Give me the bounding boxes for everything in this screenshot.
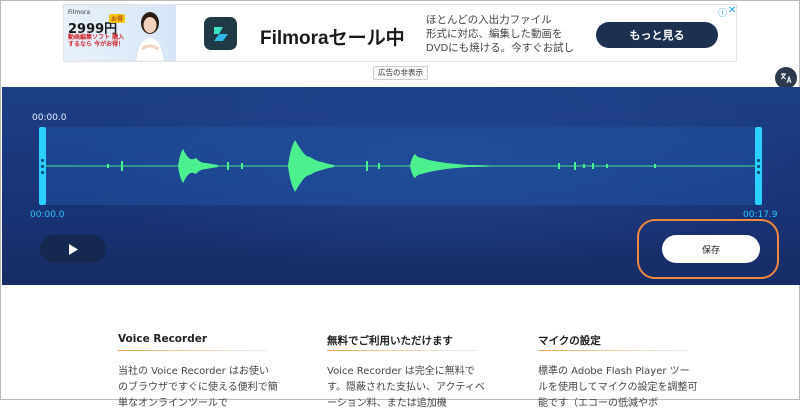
ad-title[interactable]: Filmoraセール中: [260, 23, 405, 50]
handle-grip-dot: [757, 159, 760, 162]
info-column-title: 無料でご利用いただけます: [327, 335, 453, 347]
info-column-text: 標準の Adobe Flash Player ツールを使用してマイクの設定を調整…: [538, 366, 698, 409]
trim-start-time: 00:00.0: [30, 210, 65, 220]
translate-icon[interactable]: [775, 67, 797, 89]
ad-close-icon[interactable]: ✕: [728, 5, 736, 16]
trim-end-handle[interactable]: [755, 127, 762, 205]
trim-start-handle[interactable]: [39, 127, 46, 205]
info-column-free: 無料でご利用いただけます Voice Recorder は完全に無料です。隠蔽さ…: [327, 333, 487, 412]
play-button[interactable]: [40, 235, 106, 263]
ad-hide-button[interactable]: 広告の非表示: [373, 66, 428, 80]
person-image: [135, 12, 165, 61]
handle-grip-dot: [41, 171, 44, 174]
recorder-panel: 00:00.0 00:00.0 00:17.9 保存: [2, 87, 800, 285]
info-column-title: Voice Recorder: [118, 333, 208, 345]
title-underline: [327, 350, 477, 351]
waveform[interactable]: [46, 127, 755, 205]
ad-thumb-tag: お得: [109, 14, 126, 23]
info-column-title: マイクの設定: [538, 335, 601, 347]
title-underline: [118, 350, 268, 351]
save-button[interactable]: 保存: [662, 235, 760, 263]
current-time: 00:00.0: [32, 113, 67, 123]
ad-description-line: DVDにも焼ける。今すぐお試し: [426, 42, 575, 54]
ad-info-icon[interactable]: ⓘ: [718, 6, 727, 19]
handle-grip-dot: [41, 165, 44, 168]
title-underline: [538, 350, 688, 351]
ad-banner[interactable]: Filmora 2999円 お得 動画編集ソフト 購入するなら 今がお得！ Fi…: [63, 4, 737, 62]
info-column-voice-recorder: Voice Recorder 当社の Voice Recorder はお使いのブ…: [118, 333, 278, 412]
ad-cta-button[interactable]: もっと見る: [596, 22, 718, 48]
handle-grip-dot: [757, 171, 760, 174]
ad-description[interactable]: ほとんどの入出力ファイル 形式に対応、編集した動画を DVDにも焼ける。今すぐお…: [426, 13, 596, 55]
ad-thumbnail[interactable]: Filmora 2999円 お得 動画編集ソフト 購入するなら 今がお得！: [64, 5, 176, 61]
handle-grip-dot: [41, 159, 44, 162]
ad-thumb-brand: Filmora: [68, 9, 91, 16]
ad-description-line: ほとんどの入出力ファイル: [426, 14, 552, 26]
ad-description-line: 形式に対応、編集した動画を: [426, 28, 563, 40]
info-column-mic-settings: マイクの設定 標準の Adobe Flash Player ツールを使用してマイ…: [538, 333, 698, 412]
info-column-text: Voice Recorder は完全に無料です。隠蔽された支払い、アクティベーシ…: [327, 366, 485, 409]
filmora-logo-icon[interactable]: [204, 17, 237, 50]
play-icon: [69, 243, 78, 255]
ad-thumb-copy: 動画編集ソフト 購入するなら 今がお得！: [68, 34, 125, 48]
handle-grip-dot: [757, 165, 760, 168]
info-column-text: 当社の Voice Recorder はお使いのブラウザですぐに使える便利で簡単…: [118, 366, 278, 409]
